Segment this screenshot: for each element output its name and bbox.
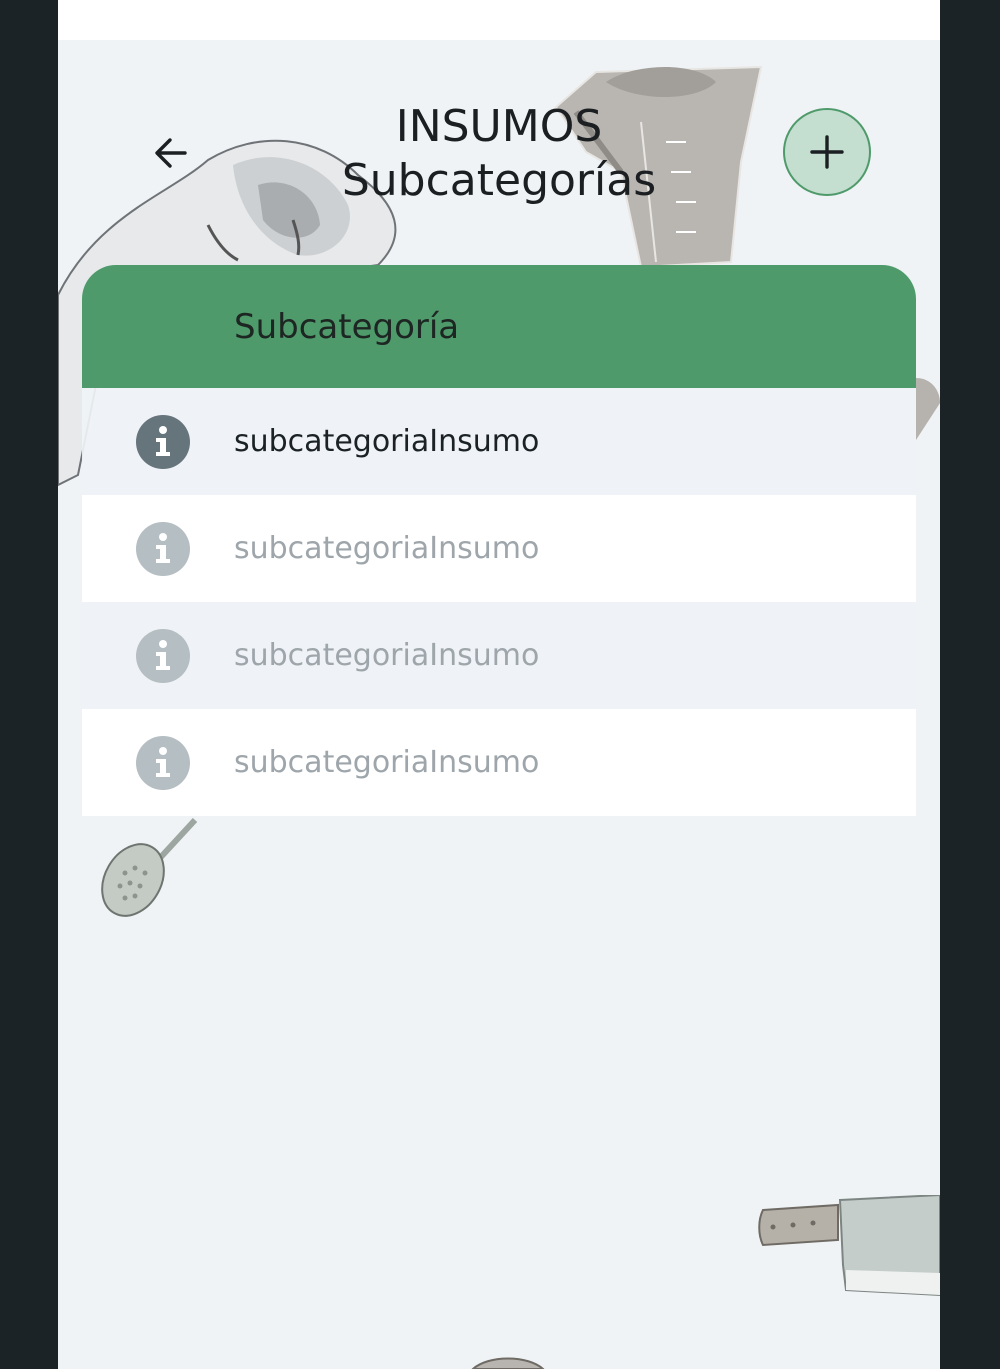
table-header: Subcategoría xyxy=(82,265,916,388)
table-row[interactable]: subcategoriaInsumo xyxy=(82,495,916,602)
info-icon[interactable] xyxy=(136,414,190,469)
row-label: subcategoriaInsumo xyxy=(234,745,540,780)
row-label: subcategoriaInsumo xyxy=(234,531,540,566)
column-header-subcategoria: Subcategoría xyxy=(234,306,460,347)
knife-illustration xyxy=(758,1195,940,1297)
plus-icon xyxy=(810,135,844,169)
subcategory-table: Subcategoría subcategoriaInsumo subcateg… xyxy=(82,265,916,816)
info-icon[interactable] xyxy=(136,628,190,683)
ladle-illustration xyxy=(916,378,940,440)
top-bar xyxy=(58,0,940,40)
page-title: INSUMOS Subcategorías xyxy=(299,100,699,208)
table-row[interactable]: subcategoriaInsumo xyxy=(82,709,916,816)
info-icon[interactable] xyxy=(136,521,190,576)
page-title-line1: INSUMOS xyxy=(395,101,603,152)
bowl-illustration xyxy=(471,1357,545,1369)
skimmer-illustration xyxy=(101,818,198,917)
arrow-left-icon xyxy=(155,138,187,168)
info-icon[interactable] xyxy=(136,735,190,790)
row-label: subcategoriaInsumo xyxy=(234,424,540,459)
page-title-line2: Subcategorías xyxy=(341,155,657,206)
table-row[interactable]: subcategoriaInsumo xyxy=(82,602,916,709)
table-row[interactable]: subcategoriaInsumo xyxy=(82,388,916,495)
back-button[interactable] xyxy=(146,128,196,178)
row-label: subcategoriaInsumo xyxy=(234,638,540,673)
app-screen: INSUMOS Subcategorías Subcategoría subca… xyxy=(58,0,940,1369)
add-subcategory-button[interactable] xyxy=(783,108,871,196)
